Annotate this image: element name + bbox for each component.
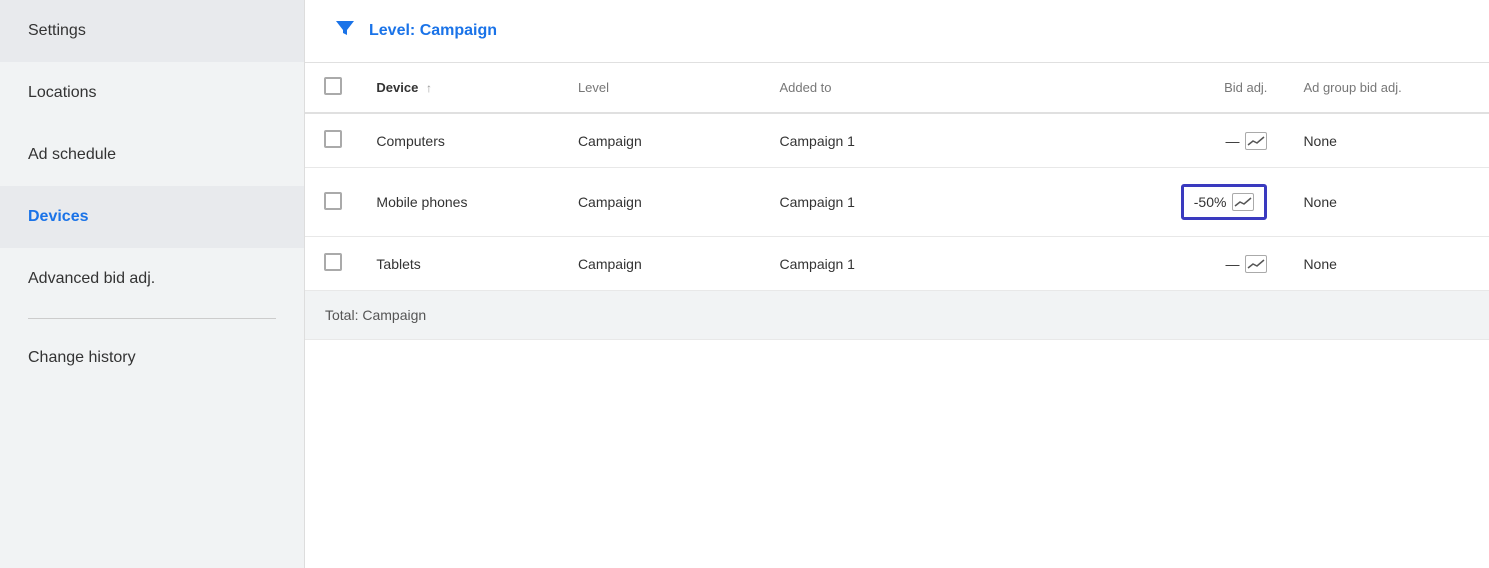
bid-adj-mobile-highlighted[interactable]: -50%: [1181, 184, 1268, 220]
device-tablets: Tablets: [360, 237, 562, 291]
bid-adj-computers-inner: —: [1225, 132, 1267, 150]
select-all-checkbox[interactable]: [324, 77, 342, 95]
sidebar-item-ad-schedule[interactable]: Ad schedule: [0, 124, 304, 186]
col-device-label: Device: [376, 80, 418, 95]
col-level-label: Level: [578, 80, 609, 95]
ad-group-bid-computers: None: [1287, 113, 1489, 168]
table-header-row: Device ↑ Level Added to Bid adj. Ad grou…: [305, 63, 1489, 113]
trend-icon-mobile[interactable]: [1232, 193, 1254, 211]
col-added-label: Added to: [779, 80, 831, 95]
sidebar-item-change-history[interactable]: Change history: [0, 327, 304, 389]
bid-dash-tablets: —: [1225, 256, 1239, 272]
total-label: Total: Campaign: [305, 291, 1489, 340]
device-mobile: Mobile phones: [360, 168, 562, 237]
bid-value-mobile: -50%: [1194, 194, 1227, 210]
row-check-computers: [305, 113, 360, 168]
filter-label: Level: Campaign: [369, 22, 497, 40]
sidebar-label-settings: Settings: [28, 22, 86, 39]
checkbox-tablets[interactable]: [324, 253, 342, 271]
col-header-bid: Bid adj.: [1066, 63, 1288, 113]
col-header-device: Device ↑: [360, 63, 562, 113]
col-adbid-label: Ad group bid adj.: [1303, 80, 1401, 95]
table-row: Tablets Campaign Campaign 1 —: [305, 237, 1489, 291]
sidebar-item-settings[interactable]: Settings: [0, 0, 304, 62]
row-check-tablets: [305, 237, 360, 291]
level-mobile: Campaign: [562, 168, 764, 237]
col-header-added: Added to: [763, 63, 1065, 113]
bid-dash-computers: —: [1225, 133, 1239, 149]
sidebar-item-locations[interactable]: Locations: [0, 62, 304, 124]
added-mobile: Campaign 1: [763, 168, 1065, 237]
sidebar-divider: [28, 318, 276, 319]
filter-bar: Level: Campaign: [305, 0, 1489, 63]
bid-adj-computers: —: [1066, 113, 1288, 168]
filter-value: Campaign: [420, 22, 497, 39]
col-header-adbid: Ad group bid adj.: [1287, 63, 1489, 113]
sidebar-label-locations: Locations: [28, 84, 97, 101]
added-tablets: Campaign 1: [763, 237, 1065, 291]
devices-table: Device ↑ Level Added to Bid adj. Ad grou…: [305, 63, 1489, 340]
sidebar-label-devices: Devices: [28, 208, 89, 225]
table-container: Device ↑ Level Added to Bid adj. Ad grou…: [305, 63, 1489, 568]
sidebar-label-advanced-bid: Advanced bid adj.: [28, 270, 155, 287]
sidebar: Settings Locations Ad schedule Devices A…: [0, 0, 305, 568]
bid-adj-tablets: —: [1066, 237, 1288, 291]
total-row: Total: Campaign: [305, 291, 1489, 340]
device-computers: Computers: [360, 113, 562, 168]
ad-group-bid-mobile: None: [1287, 168, 1489, 237]
checkbox-mobile[interactable]: [324, 192, 342, 210]
bid-adj-mobile: -50%: [1066, 168, 1288, 237]
trend-icon-computers[interactable]: [1245, 132, 1267, 150]
level-tablets: Campaign: [562, 237, 764, 291]
table-row: Mobile phones Campaign Campaign 1 -50%: [305, 168, 1489, 237]
col-header-check: [305, 63, 360, 113]
trend-icon-tablets[interactable]: [1245, 255, 1267, 273]
level-computers: Campaign: [562, 113, 764, 168]
sidebar-item-advanced-bid[interactable]: Advanced bid adj.: [0, 248, 304, 310]
main-content: Level: Campaign Device ↑ Level: [305, 0, 1489, 568]
col-bid-label: Bid adj.: [1224, 80, 1267, 95]
sidebar-label-ad-schedule: Ad schedule: [28, 146, 116, 163]
bid-adj-tablets-inner: —: [1225, 255, 1267, 273]
checkbox-computers[interactable]: [324, 130, 342, 148]
table-row: Computers Campaign Campaign 1 —: [305, 113, 1489, 168]
filter-icon: [333, 16, 357, 46]
row-check-mobile: [305, 168, 360, 237]
ad-group-bid-tablets: None: [1287, 237, 1489, 291]
col-header-level: Level: [562, 63, 764, 113]
sidebar-label-change-history: Change history: [28, 349, 136, 366]
sort-icon[interactable]: ↑: [426, 81, 432, 95]
sidebar-item-devices[interactable]: Devices: [0, 186, 304, 248]
added-computers: Campaign 1: [763, 113, 1065, 168]
filter-level-text: Level:: [369, 22, 420, 39]
